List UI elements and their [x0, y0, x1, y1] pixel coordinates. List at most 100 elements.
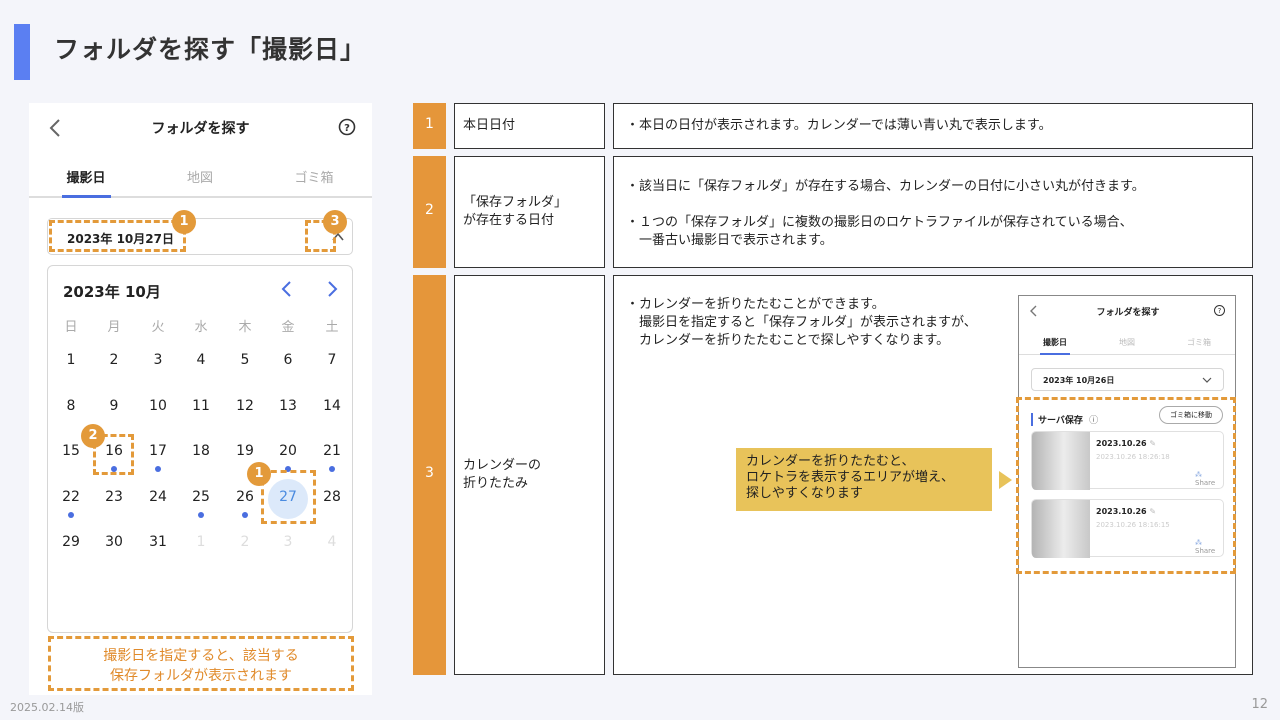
row-3-desc-cell: ・カレンダーを折りたたむことができます。 撮影日を指定すると「保存フォルダ」が表…	[613, 275, 1253, 675]
row-2-number-cell: 2	[413, 156, 446, 268]
folder-exists-dot	[242, 512, 248, 518]
callout-arrow-icon	[999, 471, 1012, 489]
calendar-day[interactable]: 7	[317, 352, 347, 368]
calendar-day[interactable]: 10	[143, 398, 173, 414]
folder-exists-dot	[329, 466, 335, 472]
calendar-day[interactable]: 1	[56, 352, 86, 368]
calendar-day[interactable]: 14	[317, 398, 347, 414]
active-tab-underline	[62, 195, 111, 198]
phone-header: フォルダを探す ?	[29, 103, 372, 153]
calendar-day[interactable]: 8	[56, 398, 86, 414]
calendar-day[interactable]: 24	[143, 489, 173, 505]
calendar-day[interactable]: 29	[56, 534, 86, 550]
mini-active-underline	[1040, 353, 1070, 355]
calendar-day[interactable]: 20	[273, 443, 303, 459]
calendar-day[interactable]: 21	[317, 443, 347, 459]
page-title: フォルダを探す「撮影日」	[54, 35, 367, 64]
mini-tab-trash: ゴミ箱	[1187, 338, 1211, 347]
calendar-day[interactable]: 4	[186, 352, 216, 368]
row-3-description: ・カレンダーを折りたたむことができます。 撮影日を指定すると「保存フォルダ」が表…	[626, 297, 977, 348]
calendar-day[interactable]: 5	[230, 352, 260, 368]
calendar-day[interactable]: 17	[143, 443, 173, 459]
note-box: 撮影日を指定すると、該当する 保存フォルダが表示されます	[48, 636, 354, 691]
row-3-number-cell: 3	[413, 275, 446, 675]
mini-title: フォルダを探す	[1096, 308, 1160, 318]
calendar-day[interactable]: 28	[317, 489, 347, 505]
calendar-day[interactable]: 18	[186, 443, 216, 459]
calendar-day-next-month: 2	[240, 534, 250, 550]
badge-chevron: 3	[323, 210, 347, 234]
note-line-2: 保存フォルダが表示されます	[110, 668, 292, 684]
title-accent-bar	[14, 24, 30, 80]
badge-date: 1	[172, 210, 196, 234]
calendar-day[interactable]: 22	[56, 489, 86, 505]
row-3-label-cell: カレンダーの 折りたたみ	[454, 275, 605, 675]
row-1-label-cell: 本日日付	[454, 103, 605, 149]
mini-help-icon: ?	[1214, 305, 1225, 316]
calendar-day[interactable]: 31	[143, 534, 173, 550]
row-2-number: 2	[425, 202, 434, 218]
calendar-day[interactable]: 9	[99, 398, 129, 414]
row-2-desc-cell: ・該当日に「保存フォルダ」が存在する場合、カレンダーの日付に小さい丸が付きます。…	[613, 156, 1253, 268]
callout-box: カレンダーを折りたたむと、 ロケトラを表示するエリアが増え、 探しやすくなります	[736, 448, 992, 511]
calendar-day-next-month: 4	[327, 534, 337, 550]
weekday-label: 日	[64, 320, 78, 335]
calendar-day[interactable]: 13	[273, 398, 303, 414]
weekday-label: 金	[281, 320, 295, 335]
calendar-day[interactable]: 3	[143, 352, 173, 368]
svg-text:?: ?	[1218, 307, 1222, 315]
weekday-label: 水	[194, 320, 208, 335]
row-2-label-cell: 「保存フォルダ」 が存在する日付	[454, 156, 605, 268]
prev-month-icon[interactable]	[279, 279, 295, 299]
page-number: 12	[1251, 697, 1268, 712]
row-1-number-cell: 1	[413, 103, 446, 149]
row-3-number: 3	[425, 465, 434, 481]
note-line-1: 撮影日を指定すると、該当する	[103, 648, 299, 664]
calendar-day-next-month: 3	[283, 534, 293, 550]
mini-date-selector: 2023年 10月26日	[1031, 368, 1224, 391]
row-1-desc-cell: ・本日の日付が表示されます。カレンダーでは薄い青い丸で表示します。	[613, 103, 1253, 149]
calendar-day[interactable]: 26	[230, 489, 260, 505]
phone-title: フォルダを探す	[151, 121, 250, 137]
mini-tab-shooting-date: 撮影日	[1043, 338, 1067, 347]
weekday-label: 土	[325, 320, 339, 335]
date-highlight-box	[49, 220, 186, 252]
tab-trash[interactable]: ゴミ箱	[257, 167, 371, 186]
row-2-description: ・該当日に「保存フォルダ」が存在する場合、カレンダーの日付に小さい丸が付きます。…	[626, 179, 1145, 248]
row-1-label: 本日日付	[463, 118, 516, 133]
badge-today: 1	[247, 462, 271, 486]
folder-exists-dot	[68, 512, 74, 518]
calendar-day[interactable]: 30	[99, 534, 129, 550]
tab-map[interactable]: 地図	[143, 167, 257, 186]
weekday-label: 火	[151, 320, 165, 335]
row-2-label: 「保存フォルダ」 が存在する日付	[463, 195, 568, 228]
calendar-day[interactable]: 12	[230, 398, 260, 414]
phone-mockup: フォルダを探す ? 撮影日 地図 ゴミ箱 2023年 10月27日 2023年 …	[29, 103, 372, 695]
row-3-label: カレンダーの 折りたたみ	[463, 458, 542, 491]
mini-tab-map: 地図	[1119, 338, 1135, 347]
calendar-day[interactable]: 25	[186, 489, 216, 505]
footer-date: 2025.02.14版	[10, 701, 84, 714]
tab-shooting-date[interactable]: 撮影日	[29, 167, 143, 186]
calendar-day[interactable]: 2	[99, 352, 129, 368]
calendar-day[interactable]: 11	[186, 398, 216, 414]
calendar-day[interactable]: 15	[56, 443, 86, 459]
row-1-number: 1	[425, 116, 434, 132]
row-1-description: ・本日の日付が表示されます。カレンダーでは薄い青い丸で表示します。	[626, 118, 1052, 133]
calendar-day[interactable]: 23	[99, 489, 129, 505]
mini-chevron-down-icon	[1202, 377, 1212, 383]
weekday-label: 木	[238, 320, 252, 335]
mini-list-highlight-box	[1016, 397, 1236, 574]
folder-exists-dot	[155, 466, 161, 472]
calendar-month-label: 2023年 10月	[63, 283, 161, 301]
calendar-day[interactable]: 19	[230, 443, 260, 459]
svg-text:?: ?	[344, 123, 350, 134]
next-month-icon[interactable]	[324, 279, 340, 299]
calendar-day[interactable]: 6	[273, 352, 303, 368]
calendar-day-next-month: 1	[196, 534, 206, 550]
weekday-label: 月	[107, 320, 121, 335]
folder-exists-dot	[198, 512, 204, 518]
badge-folder-day: 2	[81, 424, 105, 448]
help-icon[interactable]: ?	[337, 117, 357, 137]
tab-bar: 撮影日 地図 ゴミ箱	[29, 153, 372, 198]
